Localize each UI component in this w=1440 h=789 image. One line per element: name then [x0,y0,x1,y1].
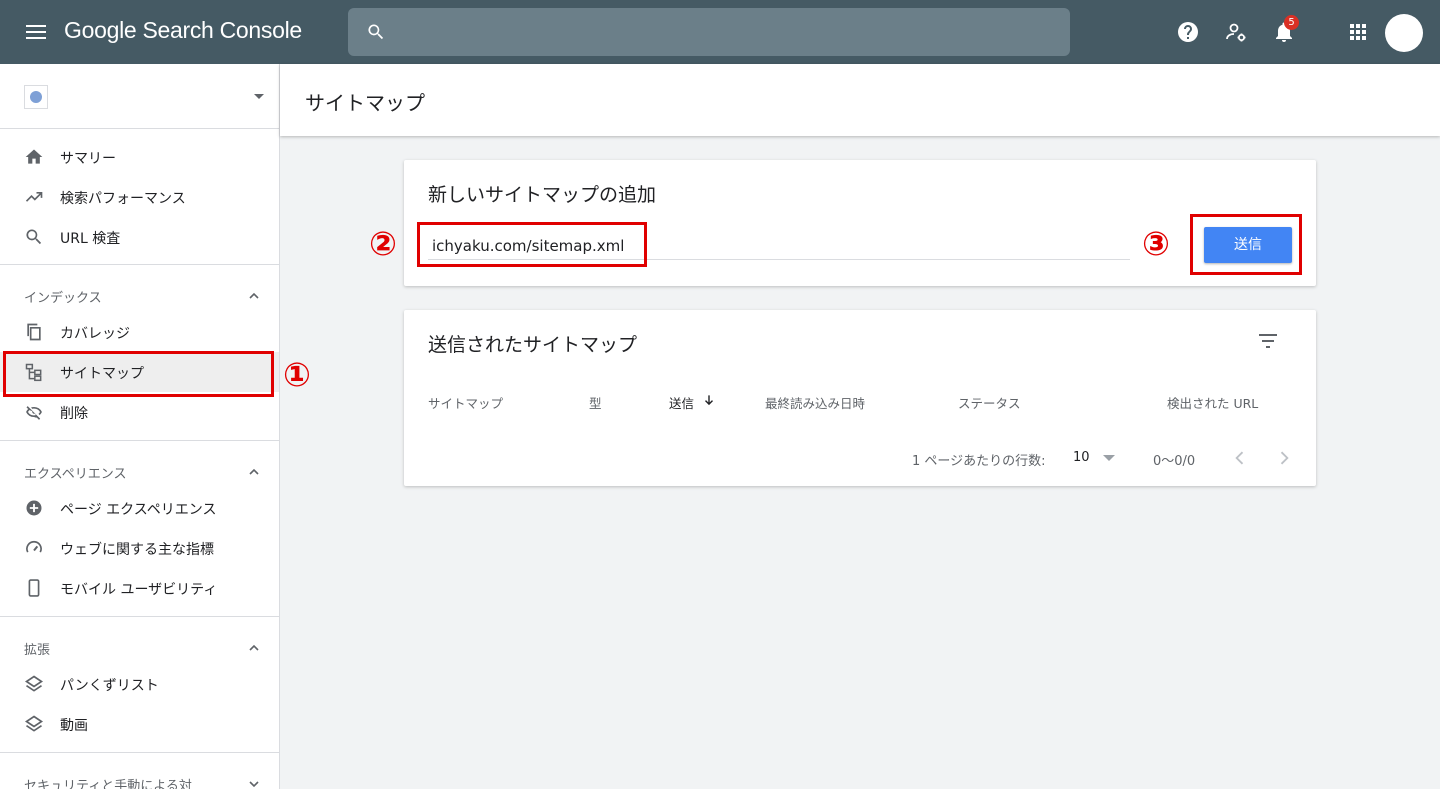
chevron-up-icon [249,468,259,475]
sidebar-item-breadcrumbs[interactable]: パンくずリスト [0,664,279,704]
sidebar-item-videos[interactable]: 動画 [0,704,279,744]
speedometer-icon [26,540,42,553]
search-bar[interactable] [348,8,1070,56]
menu-icon[interactable] [20,20,52,44]
search-icon [368,24,384,40]
page-header: サイトマップ [280,64,1440,136]
property-selector[interactable] [0,64,279,129]
column-header-discovered-urls[interactable]: 検出された URL [1167,393,1258,412]
sidebar-divider [0,264,279,265]
help-icon[interactable] [1176,20,1200,44]
column-header-type[interactable]: 型 [589,393,602,412]
sidebar-item-page-experience[interactable]: ページ エクスペリエンス [0,488,279,528]
add-circle-icon [26,500,42,516]
section-header-enhancements[interactable]: 拡張 [0,620,279,668]
rows-per-page-select[interactable]: 10 [1073,450,1090,465]
smartphone-icon [28,579,40,597]
rows-dropdown-caret-icon[interactable] [1103,455,1115,461]
section-header-security[interactable]: セキュリティと手動による対 [0,756,279,789]
column-header-status[interactable]: ステータス [958,393,1021,412]
sidebar-item-removals[interactable]: 削除 [0,392,279,432]
sidebar-item-summary[interactable]: サマリー [0,137,279,177]
section-header-index[interactable]: インデックス [0,268,279,316]
submitted-sitemaps-title: 送信されたサイトマップ [428,334,638,356]
filter-icon[interactable] [1256,329,1280,353]
property-globe-icon [24,85,48,109]
sidebar-item-core-web-vitals[interactable]: ウェブに関する主な指標 [0,528,279,568]
rows-per-page-label: 1 ページあたりの行数: [912,454,1046,469]
search-icon [26,229,42,245]
sidebar: サマリー 検索パフォーマンス URL 検査 インデックス カバレッジ サイトマッ… [0,64,280,789]
account-avatar[interactable] [1385,14,1423,52]
column-header-submitted[interactable]: 送信 [669,393,694,412]
annotation-box-submit [1190,214,1302,275]
dropdown-caret-icon [254,94,264,99]
arrow-down-icon[interactable] [702,393,716,407]
chevron-up-icon [249,292,259,299]
annotation-number-one: ① [283,355,311,394]
add-sitemap-title: 新しいサイトマップの追加 [428,184,657,206]
visibility-off-icon [26,406,42,420]
chevron-down-icon [249,781,259,788]
annotation-box-sitemap-nav [3,351,274,397]
layers-icon [24,675,44,692]
column-header-sitemap[interactable]: サイトマップ [428,393,503,412]
sidebar-divider [0,440,279,441]
top-app-bar: Google Search Console 5 [0,0,1440,64]
sidebar-item-coverage[interactable]: カバレッジ [0,312,279,352]
annotation-box-url-input [417,222,647,267]
sidebar-divider [0,752,279,753]
annotation-number-two: ② [369,224,397,263]
sidebar-item-mobile-usability[interactable]: モバイル ユーザビリティ [0,568,279,608]
sidebar-item-url-inspection[interactable]: URL 検査 [0,217,279,257]
notification-count-badge: 5 [1284,15,1299,30]
manage-accounts-icon[interactable] [1224,20,1248,44]
pagination-range: 0〜0/0 [1153,454,1196,469]
apps-grid-icon[interactable] [1346,20,1370,44]
page-title: サイトマップ [305,91,425,115]
sidebar-divider [0,616,279,617]
trending-up-icon [25,192,43,202]
layers-icon [24,715,44,732]
copy-icon [27,323,41,341]
app-logo[interactable]: Google Search Console [64,17,302,44]
sidebar-item-performance[interactable]: 検索パフォーマンス [0,177,279,217]
chevron-up-icon [249,644,259,651]
annotation-number-three: ③ [1142,224,1170,263]
home-icon [25,149,43,164]
section-header-experience[interactable]: エクスペリエンス [0,444,279,492]
chevron-left-icon[interactable] [1230,448,1250,468]
column-header-last-read[interactable]: 最終読み込み日時 [765,393,865,412]
chevron-right-icon[interactable] [1274,448,1294,468]
